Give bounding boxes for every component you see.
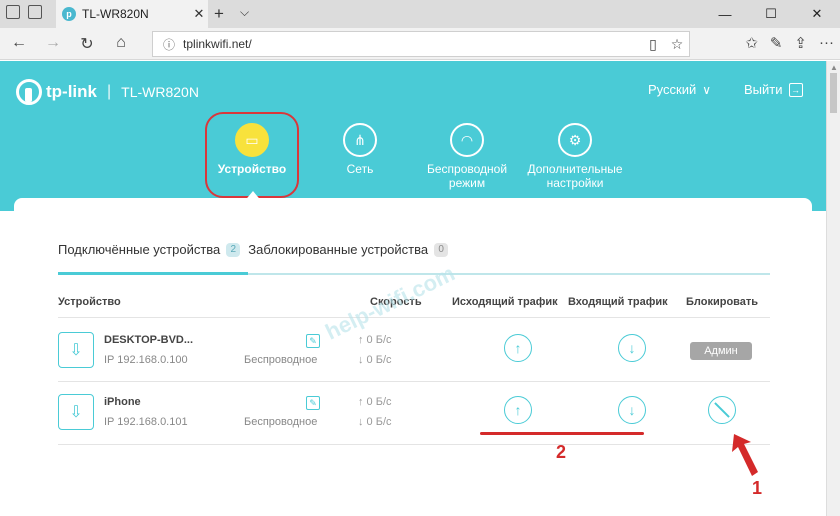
- device-ip: IP 192.168.0.100: [104, 354, 188, 366]
- menu-item-wireless[interactable]: ◠ Беспроводной режим: [412, 123, 522, 191]
- language-selector[interactable]: Русский ∨: [648, 82, 711, 97]
- browser-titlebar: p TL-WR820N ✕ + ⌵ — ☐ ✕: [0, 0, 840, 28]
- tab-preview-icon[interactable]: [6, 5, 20, 19]
- menu-item-advanced[interactable]: ⚙ Дополнительные настройки: [520, 123, 630, 191]
- url-text[interactable]: tplinkwifi.net/: [183, 37, 641, 51]
- connection-type: Беспроводное: [244, 354, 318, 366]
- logout-button[interactable]: Выйти →: [744, 82, 803, 97]
- monitor-icon: ▭: [235, 123, 269, 157]
- favorite-star-icon[interactable]: ☆: [665, 36, 689, 53]
- address-bar[interactable]: ⓘ tplinkwifi.net/ ▯ ☆: [152, 31, 690, 57]
- menu-label: Устройство: [217, 162, 287, 176]
- annotation-arrow-icon: [732, 434, 758, 476]
- minimize-button[interactable]: —: [702, 0, 748, 28]
- tp-link-logo-icon: [16, 79, 42, 105]
- admin-badge: Админ: [690, 342, 752, 360]
- browser-tab[interactable]: p TL-WR820N ✕: [56, 0, 208, 28]
- upload-speed: ↑ 0 Б/с: [358, 396, 392, 408]
- connected-count-badge: 2: [226, 242, 241, 257]
- pen-icon[interactable]: ✎: [770, 34, 783, 52]
- logo-separator: |: [107, 83, 112, 100]
- scroll-up-icon[interactable]: ▲: [830, 63, 838, 72]
- devices-panel: Подключённые устройства 2 Заблокированны…: [14, 198, 812, 516]
- tab-connected-devices[interactable]: Подключённые устройства: [58, 242, 220, 257]
- column-download: Входящий трафик: [568, 296, 668, 308]
- page-scrollbar[interactable]: ▲: [826, 61, 840, 516]
- router-header: tp-link | TL-WR820N Русский ∨ Выйти → ▭ …: [0, 61, 826, 211]
- download-speed: ↓ 0 Б/с: [358, 354, 392, 366]
- tab-close-icon[interactable]: ✕: [190, 6, 208, 22]
- forward-arrow-icon[interactable]: →: [42, 34, 64, 52]
- annotation-label-1: 1: [752, 478, 763, 498]
- device-name: DESKTOP-BVD...: [104, 334, 194, 346]
- close-window-button[interactable]: ✕: [794, 0, 840, 28]
- upload-speed: ↑ 0 Б/с: [358, 334, 392, 346]
- download-limit-button[interactable]: ↓: [618, 396, 646, 424]
- device-name: iPhone: [104, 396, 141, 408]
- browser-toolbar: ✩ ✎ ⇪ ···: [745, 34, 834, 52]
- logout-label: Выйти: [744, 82, 783, 97]
- info-icon[interactable]: ⓘ: [163, 36, 175, 53]
- window-controls: — ☐ ✕: [702, 0, 840, 28]
- blocked-count-badge: 0: [434, 242, 449, 257]
- scrollbar-thumb[interactable]: [830, 73, 837, 113]
- logout-icon: →: [788, 82, 803, 97]
- upload-limit-button[interactable]: ↑: [504, 396, 532, 424]
- tp-link-logo: tp-link | TL-WR820N: [16, 79, 199, 105]
- chevron-down-icon: ∨: [702, 82, 712, 97]
- new-tab-button[interactable]: +: [214, 4, 224, 24]
- maximize-button[interactable]: ☐: [748, 0, 794, 28]
- device-icon: ⇩: [58, 394, 94, 430]
- device-tabs: Подключённые устройства 2 Заблокированны…: [58, 242, 456, 257]
- edit-icon[interactable]: ✎: [306, 334, 320, 348]
- edit-icon[interactable]: ✎: [306, 396, 320, 410]
- download-limit-button[interactable]: ↓: [618, 334, 646, 362]
- share-icon[interactable]: ⇪: [794, 34, 807, 52]
- table-row: ⇩ iPhone IP 192.168.0.101 ✎ Беспроводное…: [58, 382, 770, 442]
- tp-link-favicon-icon: p: [62, 7, 76, 21]
- back-arrow-icon[interactable]: ←: [8, 34, 30, 52]
- menu-item-network[interactable]: ⋔ Сеть: [305, 123, 415, 177]
- menu-label: Беспроводной режим: [426, 162, 508, 190]
- active-tab-indicator: [58, 272, 248, 275]
- gear-icon: ⚙: [558, 123, 592, 157]
- reading-view-icon[interactable]: ▯: [641, 36, 665, 53]
- column-device: Устройство: [58, 296, 121, 308]
- network-icon: ⋔: [343, 123, 377, 157]
- annotation-underline: [480, 432, 644, 435]
- column-block: Блокировать: [686, 296, 759, 308]
- menu-label: Дополнительные настройки: [527, 162, 623, 190]
- device-ip: IP 192.168.0.101: [104, 416, 188, 428]
- download-speed: ↓ 0 Б/с: [358, 416, 392, 428]
- block-button[interactable]: [708, 396, 736, 424]
- divider: [58, 444, 770, 445]
- refresh-icon[interactable]: ↻: [76, 34, 98, 54]
- language-label: Русский: [648, 82, 697, 97]
- tab-title: TL-WR820N: [82, 7, 149, 21]
- browser-navbar: ← → ↻ ⌂ ⓘ tplinkwifi.net/ ▯ ☆ ✩ ✎ ⇪ ···: [0, 28, 840, 60]
- menu-label: Сеть: [346, 162, 374, 176]
- tab-underline: [58, 272, 770, 275]
- home-icon[interactable]: ⌂: [110, 34, 132, 52]
- brand-name: tp-link: [46, 82, 97, 101]
- device-icon: ⇩: [58, 332, 94, 368]
- tab-blocked-devices[interactable]: Заблокированные устройства: [248, 242, 428, 257]
- connection-type: Беспроводное: [244, 416, 318, 428]
- menu-item-device[interactable]: ▭ Устройство: [197, 123, 307, 177]
- table-row: ⇩ DESKTOP-BVD... IP 192.168.0.100 ✎ Бесп…: [58, 320, 770, 380]
- window-icons: [6, 5, 42, 19]
- model-name: TL-WR820N: [121, 84, 199, 100]
- tab-aside-icon[interactable]: [28, 5, 42, 19]
- column-upload: Исходящий трафик: [452, 296, 558, 308]
- upload-limit-button[interactable]: ↑: [504, 334, 532, 362]
- more-icon[interactable]: ···: [819, 34, 834, 52]
- divider: [58, 317, 770, 318]
- favorites-list-icon[interactable]: ✩: [745, 34, 758, 52]
- annotation-label-2: 2: [556, 442, 567, 462]
- wifi-icon: ◠: [450, 123, 484, 157]
- tab-dropdown-icon[interactable]: ⌵: [240, 5, 249, 20]
